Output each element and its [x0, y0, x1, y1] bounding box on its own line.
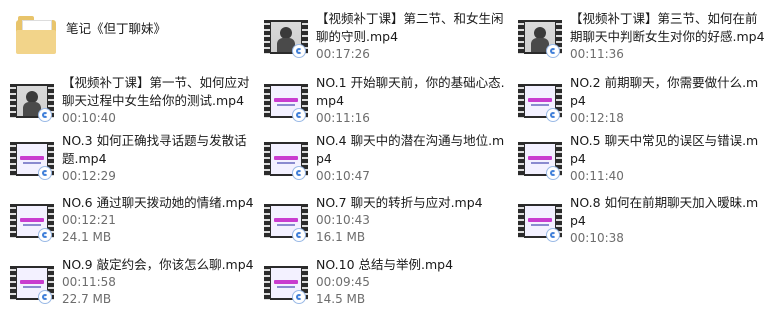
file-size: 22.7 MB — [62, 292, 112, 306]
file-item[interactable]: 【视频补丁课】第一节、如何应对聊天过程中女生给你的测试.mp4 00:10:40 — [4, 74, 254, 134]
sync-badge-icon — [292, 228, 306, 242]
file-duration: 00:12:18 — [570, 111, 624, 125]
video-thumbnail-icon — [264, 198, 308, 242]
sync-badge-icon — [546, 166, 560, 180]
sync-badge-icon — [38, 108, 52, 122]
video-thumbnail-icon — [518, 78, 562, 122]
file-name: NO.10 总结与举例.mp4 — [316, 257, 454, 272]
video-thumbnail-icon — [518, 14, 562, 58]
file-duration: 00:11:58 — [62, 275, 116, 289]
file-duration: 00:09:45 — [316, 275, 370, 289]
file-name: NO.4 聊天中的潜在沟通与地位.mp4 — [316, 133, 505, 166]
file-item[interactable]: NO.1 开始聊天前，你的基础心态.mp4 00:11:16 — [258, 74, 508, 134]
sync-badge-icon — [292, 44, 306, 58]
file-name: 【视频补丁课】第一节、如何应对聊天过程中女生给你的测试.mp4 — [62, 75, 250, 108]
file-item[interactable]: NO.10 总结与举例.mp4 00:09:45 14.5 MB — [258, 256, 508, 316]
file-item[interactable]: 【视频补丁课】第三节、如何在前期聊天中判断女生对你的好感.mp4 00:11:36 — [512, 10, 765, 70]
video-thumbnail-icon — [10, 260, 54, 304]
file-duration: 00:10:38 — [570, 231, 624, 245]
file-duration: 00:10:40 — [62, 111, 116, 125]
video-thumbnail-icon — [264, 78, 308, 122]
sync-badge-icon — [292, 166, 306, 180]
file-name: NO.5 聊天中常见的误区与错误.mp4 — [570, 133, 759, 166]
file-duration: 00:11:36 — [570, 47, 624, 61]
video-thumbnail-icon — [518, 136, 562, 180]
file-duration: 00:17:26 — [316, 47, 370, 61]
file-size: 16.1 MB — [316, 230, 366, 244]
file-name: 【视频补丁课】第二节、和女生闲聊的守则.mp4 — [316, 11, 504, 44]
video-thumbnail-icon — [10, 78, 54, 122]
file-name: NO.7 聊天的转折与应对.mp4 — [316, 195, 483, 210]
file-item[interactable]: NO.8 如何在前期聊天加入暧昧.mp4 00:10:38 — [512, 194, 762, 254]
video-thumbnail-icon — [10, 198, 54, 242]
file-duration: 00:12:29 — [62, 169, 116, 183]
file-duration: 00:10:47 — [316, 169, 370, 183]
file-name: 【视频补丁课】第三节、如何在前期聊天中判断女生对你的好感.mp4 — [570, 11, 765, 44]
sync-badge-icon — [38, 166, 52, 180]
sync-badge-icon — [38, 290, 52, 304]
file-item[interactable]: 【视频补丁课】第二节、和女生闲聊的守则.mp4 00:17:26 — [258, 10, 508, 70]
video-thumbnail-icon — [264, 14, 308, 58]
file-item[interactable]: NO.6 通过聊天拨动她的情绪.mp4 00:12:21 24.1 MB — [4, 194, 254, 254]
file-duration: 00:12:21 — [62, 213, 116, 227]
file-name: NO.9 敲定约会，你该怎么聊.mp4 — [62, 257, 254, 272]
file-item[interactable]: 笔记《但丁聊妹》 — [8, 10, 258, 70]
file-item[interactable]: NO.7 聊天的转折与应对.mp4 00:10:43 16.1 MB — [258, 194, 508, 254]
sync-badge-icon — [292, 290, 306, 304]
file-grid: 笔记《但丁聊妹》 【视频补丁课】第二节、和女生闲聊的守则.mp4 00:17:26… — [0, 0, 780, 323]
sync-badge-icon — [38, 228, 52, 242]
file-name: NO.2 前期聊天，你需要做什么.mp4 — [570, 75, 759, 108]
sync-badge-icon — [546, 228, 560, 242]
file-item[interactable]: NO.4 聊天中的潜在沟通与地位.mp4 00:10:47 — [258, 132, 508, 192]
file-name: NO.1 开始聊天前，你的基础心态.mp4 — [316, 75, 505, 108]
file-item[interactable]: NO.2 前期聊天，你需要做什么.mp4 00:12:18 — [512, 74, 762, 134]
file-size: 14.5 MB — [316, 292, 366, 306]
file-name: NO.6 通过聊天拨动她的情绪.mp4 — [62, 195, 254, 210]
video-thumbnail-icon — [264, 136, 308, 180]
video-thumbnail-icon — [518, 198, 562, 242]
file-name: NO.8 如何在前期聊天加入暧昧.mp4 — [570, 195, 759, 228]
file-name: NO.3 如何正确找寻话题与发散话题.mp4 — [62, 133, 247, 166]
file-size: 24.1 MB — [62, 230, 112, 244]
sync-badge-icon — [546, 108, 560, 122]
file-item[interactable]: NO.3 如何正确找寻话题与发散话题.mp4 00:12:29 — [4, 132, 254, 192]
file-duration: 00:11:40 — [570, 169, 624, 183]
file-name: 笔记《但丁聊妹》 — [66, 21, 167, 36]
sync-badge-icon — [546, 44, 560, 58]
video-thumbnail-icon — [10, 136, 54, 180]
video-thumbnail-icon — [264, 260, 308, 304]
file-item[interactable]: NO.5 聊天中常见的误区与错误.mp4 00:11:40 — [512, 132, 762, 192]
file-item[interactable]: NO.9 敲定约会，你该怎么聊.mp4 00:11:58 22.7 MB — [4, 256, 254, 316]
sync-badge-icon — [292, 108, 306, 122]
file-duration: 00:11:16 — [316, 111, 370, 125]
folder-icon — [16, 16, 56, 56]
file-duration: 00:10:43 — [316, 213, 370, 227]
